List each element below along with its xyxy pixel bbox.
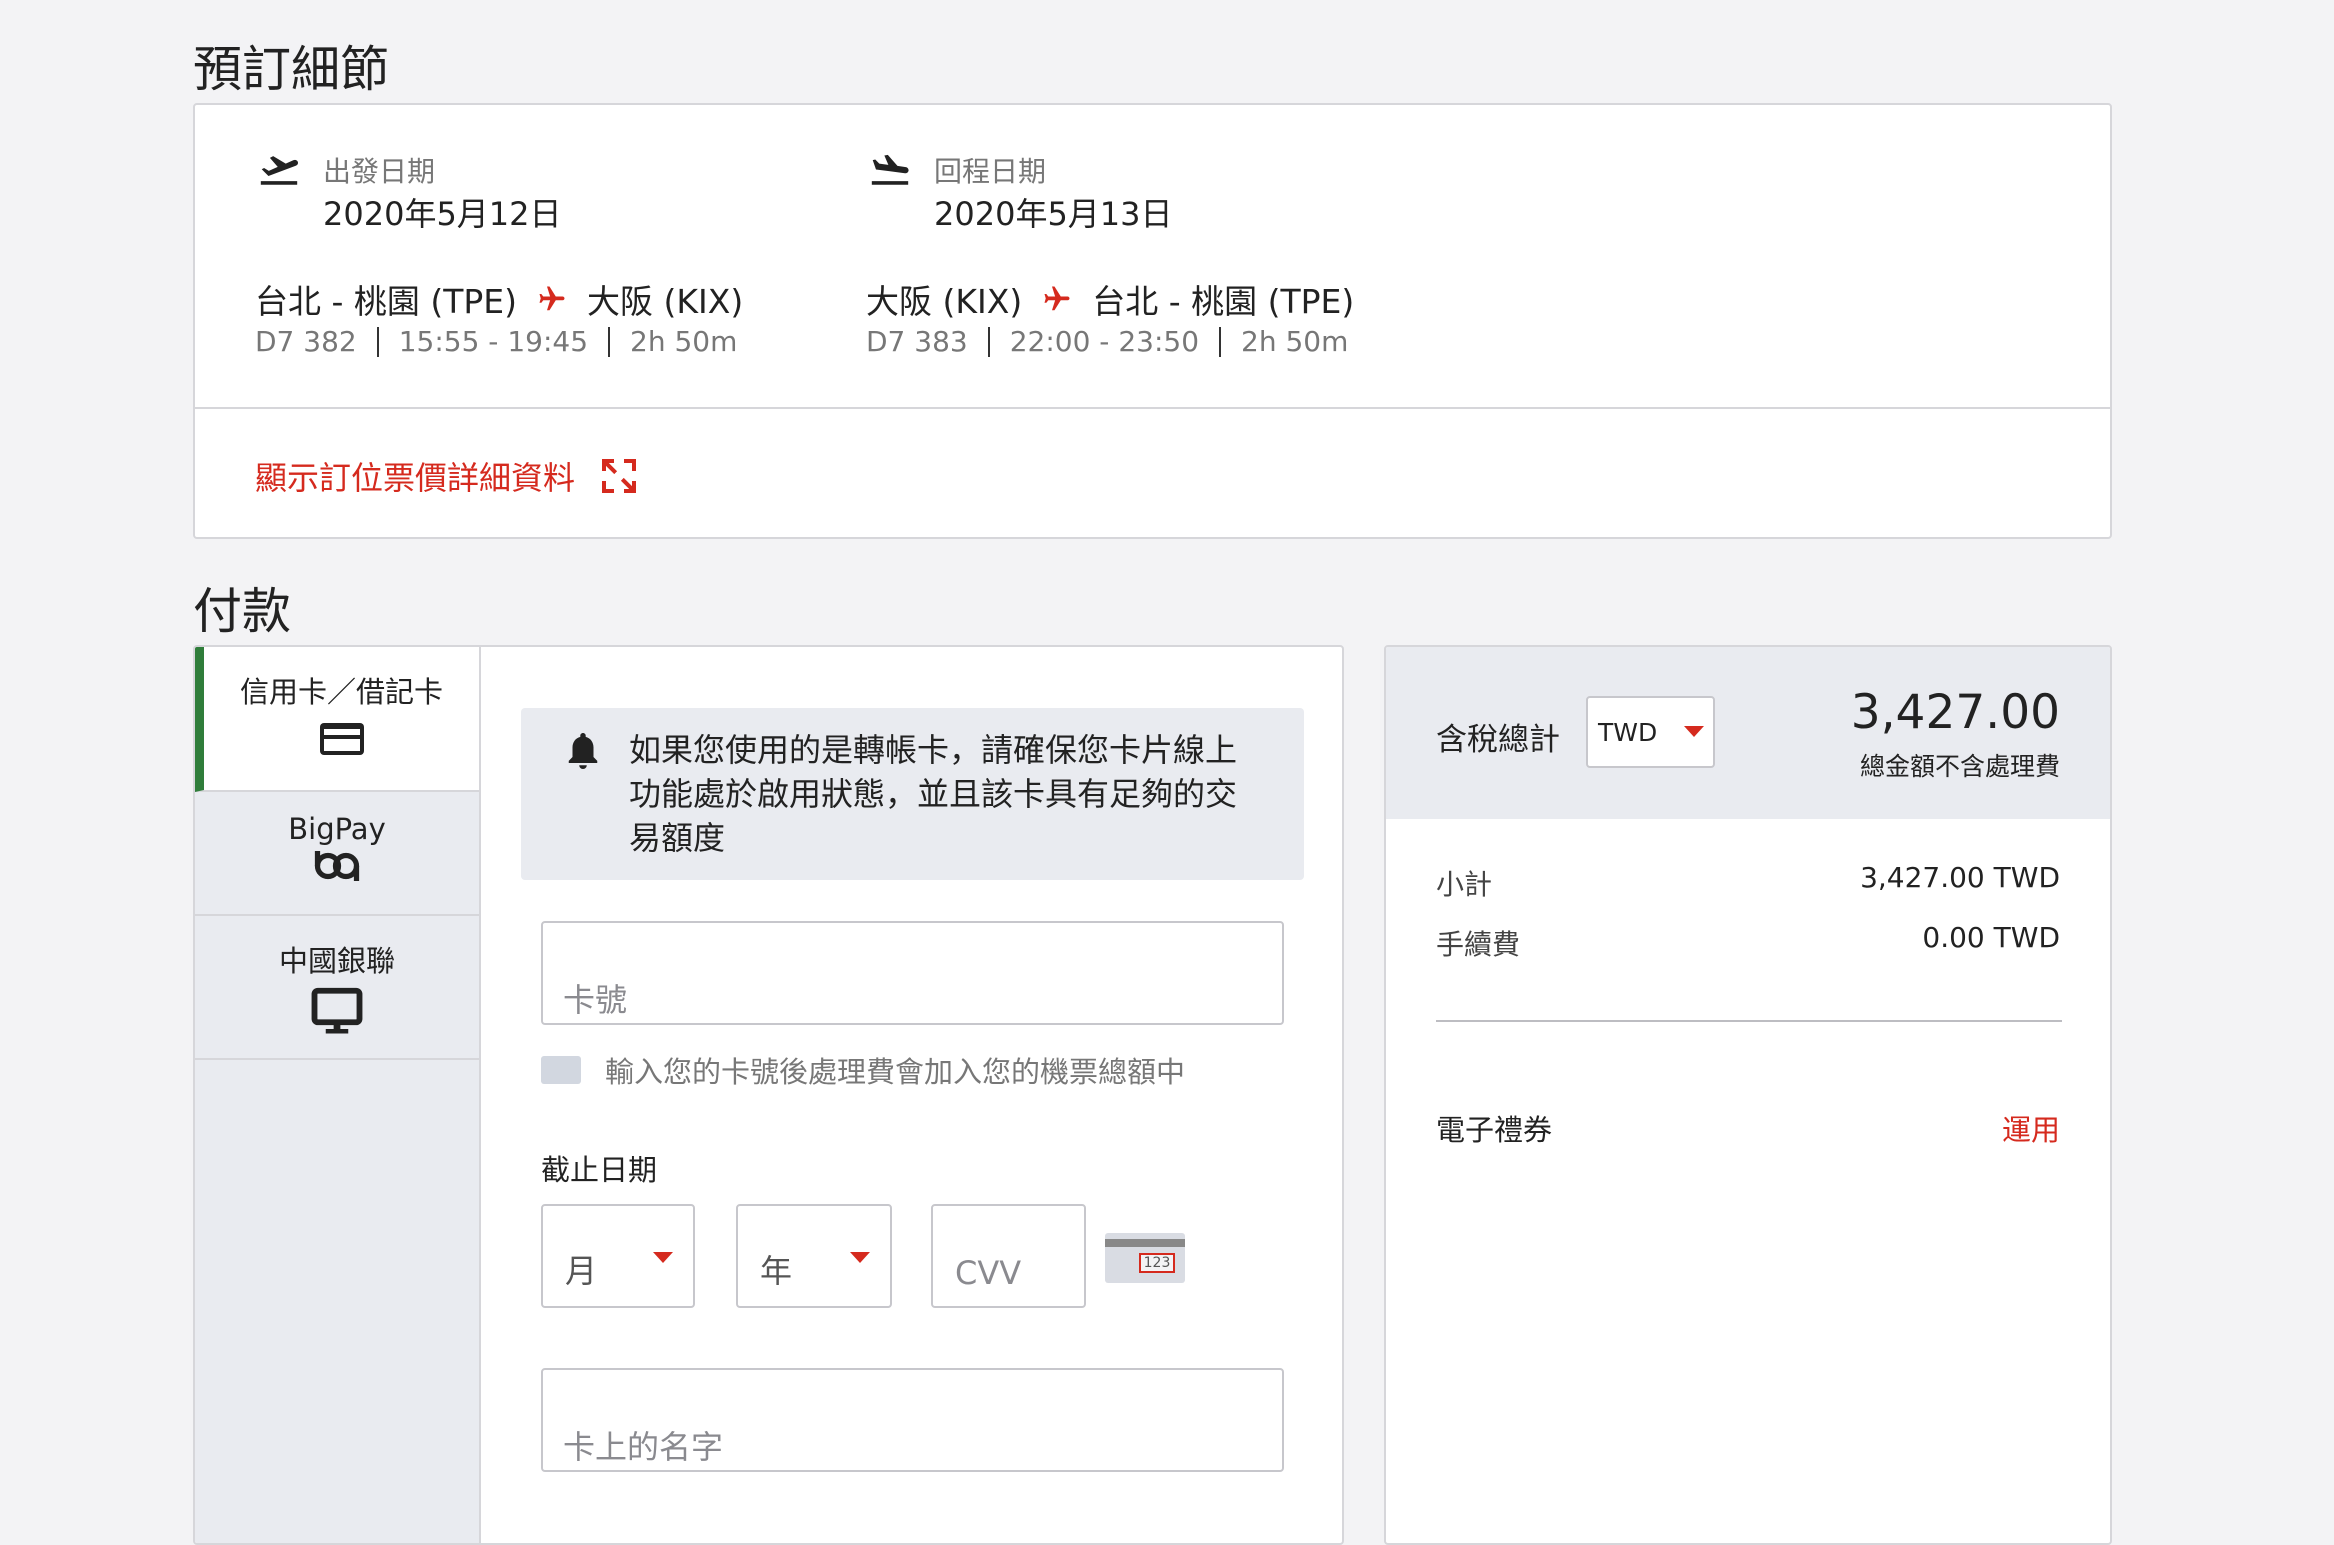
tab-label: 中國銀聯 bbox=[278, 944, 395, 978]
outbound-date: 2020年5月12日 bbox=[323, 195, 562, 233]
total-amount: 3,427.00 bbox=[1850, 685, 2060, 740]
magnetic-stripe bbox=[1105, 1239, 1185, 1247]
outbound-duration: 2h 50m bbox=[630, 325, 738, 358]
card-number-placeholder: 卡號 bbox=[563, 981, 628, 1019]
payment-tabs: 信用卡／借記卡 BigPay 中國銀聯 bbox=[195, 647, 481, 1543]
booking-title: 預訂細節 bbox=[193, 41, 390, 98]
takeoff-icon bbox=[260, 156, 299, 185]
cardholder-name-input[interactable]: 卡上的名字 bbox=[541, 1368, 1284, 1472]
return-duration: 2h 50m bbox=[1241, 325, 1349, 358]
return-meta: D7 383 22:00 - 23:50 2h 50m bbox=[866, 325, 1348, 358]
divider bbox=[608, 326, 611, 357]
payment-title: 付款 bbox=[193, 583, 292, 640]
expand-icon bbox=[602, 459, 637, 493]
return-time: 22:00 - 23:50 bbox=[1009, 325, 1200, 358]
plane-icon bbox=[539, 286, 565, 311]
total-label: 含稅總計 bbox=[1436, 722, 1560, 758]
credit-card-icon bbox=[319, 723, 364, 755]
notice-text: 如果您使用的是轉帳卡，請確保您卡片線上功能處於啟用狀態，並且該卡具有足夠的交易額… bbox=[629, 731, 1238, 857]
tab-label: 信用卡／借記卡 bbox=[239, 675, 443, 709]
bigpay-icon bbox=[314, 851, 360, 881]
plane-icon bbox=[1044, 286, 1070, 311]
month-placeholder: 月 bbox=[565, 1252, 598, 1290]
return-from: 大阪 (KIX) bbox=[866, 282, 1023, 321]
year-select[interactable]: 年 bbox=[736, 1204, 892, 1308]
fee-value: 0.00 TWD bbox=[1922, 921, 2060, 954]
summary-header: 含稅總計 TWD 3,427.00 總金額不含處理費 bbox=[1386, 647, 2110, 819]
tab-unionpay[interactable]: 中國銀聯 bbox=[195, 916, 479, 1060]
subtotal-label: 小計 bbox=[1436, 868, 1493, 901]
return-route: 大阪 (KIX) 台北 - 桃園 (TPE) bbox=[866, 275, 1354, 323]
chevron-down-icon bbox=[653, 1252, 673, 1263]
outbound-route: 台北 - 桃園 (TPE) 大阪 (KIX) bbox=[255, 275, 743, 323]
outbound-from: 台北 - 桃園 (TPE) bbox=[255, 282, 518, 321]
divider bbox=[1219, 326, 1222, 357]
subtotal-value: 3,427.00 TWD bbox=[1860, 861, 2060, 894]
outbound-time: 15:55 - 19:45 bbox=[398, 325, 589, 358]
cvv-card-icon: 123 bbox=[1105, 1233, 1185, 1283]
debit-card-notice: 如果您使用的是轉帳卡，請確保您卡片線上功能處於啟用狀態，並且該卡具有足夠的交易額… bbox=[521, 708, 1304, 880]
outbound-flight-no: D7 382 bbox=[255, 325, 357, 358]
apply-voucher-link[interactable]: 運用 bbox=[2002, 1107, 2060, 1149]
cvv-input[interactable]: CVV bbox=[931, 1204, 1086, 1308]
total-note: 總金額不含處理費 bbox=[1859, 752, 2060, 781]
tab-label: BigPay bbox=[288, 812, 386, 846]
return-to: 台北 - 桃園 (TPE) bbox=[1092, 282, 1355, 321]
tab-bigpay[interactable]: BigPay bbox=[195, 792, 479, 916]
fare-details-label: 顯示訂位票價詳細資料 bbox=[255, 459, 576, 497]
return-flight-no: D7 383 bbox=[866, 325, 968, 358]
divider bbox=[376, 326, 379, 357]
monitor-icon bbox=[311, 987, 363, 1034]
divider bbox=[987, 326, 990, 357]
card-hint: 輸入您的卡號後處理費會加入您的機票總額中 bbox=[541, 1049, 1185, 1091]
fare-details-link[interactable]: 顯示訂位票價詳細資料 bbox=[255, 453, 639, 499]
year-placeholder: 年 bbox=[760, 1252, 793, 1290]
return-date-label: 回程日期 bbox=[934, 155, 1047, 188]
cvv-hint: 123 bbox=[1139, 1253, 1175, 1273]
outbound-date-label: 出發日期 bbox=[323, 155, 436, 188]
expiry-label: 截止日期 bbox=[541, 1153, 658, 1187]
card-number-input[interactable]: 卡號 bbox=[541, 921, 1284, 1025]
divider bbox=[195, 407, 2110, 409]
outbound-meta: D7 382 15:55 - 19:45 2h 50m bbox=[255, 325, 737, 358]
chevron-down-icon bbox=[850, 1252, 870, 1263]
month-select[interactable]: 月 bbox=[541, 1204, 695, 1308]
fee-label: 手續費 bbox=[1436, 928, 1521, 961]
card-hint-text: 輸入您的卡號後處理費會加入您的機票總額中 bbox=[605, 1055, 1186, 1089]
voucher-label: 電子禮券 bbox=[1436, 1113, 1553, 1147]
cardholder-name-placeholder: 卡上的名字 bbox=[563, 1428, 724, 1466]
currency-select[interactable]: TWD bbox=[1586, 696, 1715, 768]
chevron-down-icon bbox=[1684, 726, 1704, 737]
booking-card: 出發日期 2020年5月12日 台北 - 桃園 (TPE) 大阪 (KIX) D… bbox=[193, 103, 2112, 539]
currency-value: TWD bbox=[1598, 718, 1658, 747]
landing-icon bbox=[871, 154, 909, 185]
bell-icon bbox=[568, 733, 598, 769]
card-placeholder-icon bbox=[541, 1056, 581, 1084]
outbound-to: 大阪 (KIX) bbox=[587, 282, 744, 321]
return-date: 2020年5月13日 bbox=[934, 195, 1173, 233]
summary-card: 含稅總計 TWD 3,427.00 總金額不含處理費 小計 3,427.00 T… bbox=[1384, 645, 2112, 1545]
divider bbox=[1436, 1020, 2062, 1022]
tab-credit-card[interactable]: 信用卡／借記卡 bbox=[195, 647, 479, 792]
payment-card: 信用卡／借記卡 BigPay 中國銀聯 如果您使用的是轉帳卡，請確保您卡片線上功… bbox=[193, 645, 1344, 1545]
cvv-placeholder: CVV bbox=[955, 1254, 1022, 1292]
